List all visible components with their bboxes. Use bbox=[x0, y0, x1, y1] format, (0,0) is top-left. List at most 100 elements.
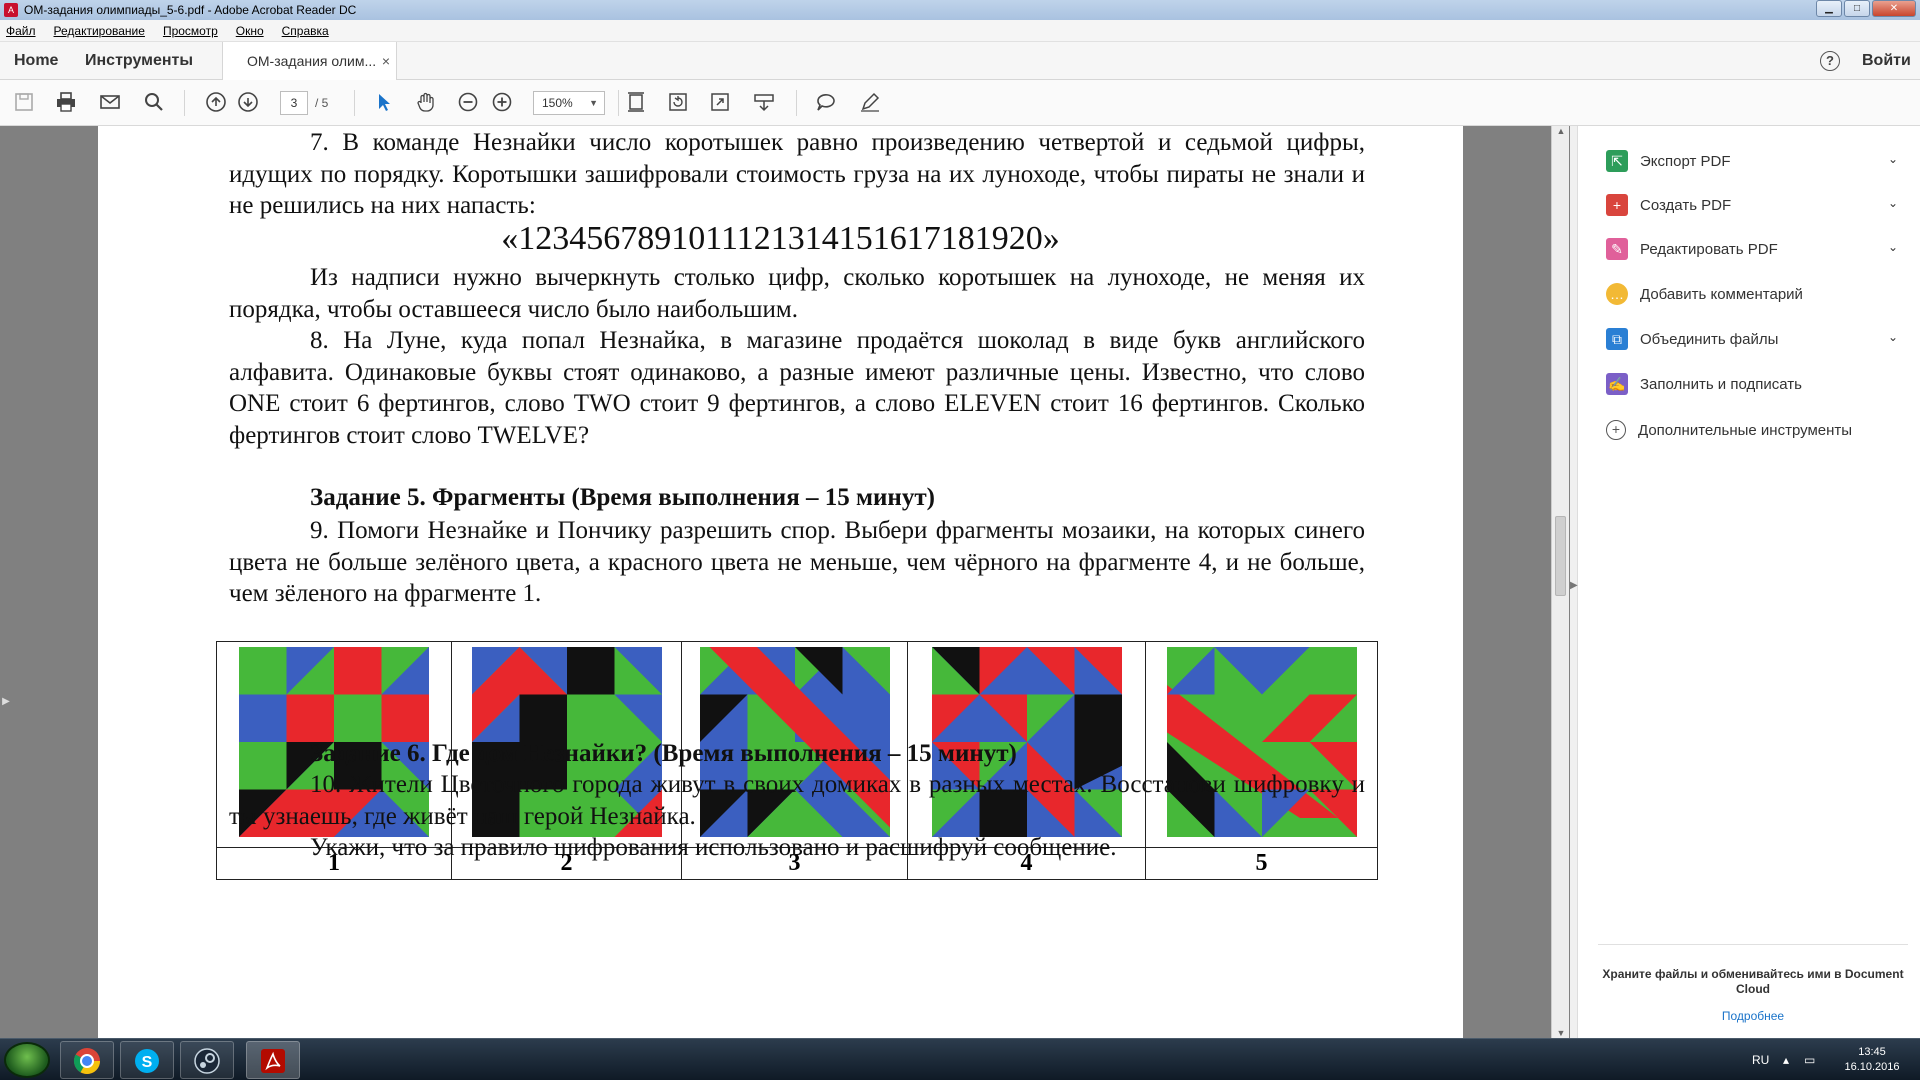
fit-page-icon[interactable] bbox=[624, 91, 648, 115]
skype-taskbar-icon[interactable]: S bbox=[120, 1041, 174, 1079]
digit-sequence: «1234567891011121314151617181920» bbox=[501, 220, 1060, 257]
windows-taskbar: S RU ▴ ▭ 13:45 16.10.2016 bbox=[0, 1038, 1920, 1080]
tray-expand-icon[interactable]: ▴ bbox=[1783, 1039, 1789, 1081]
sign-pen-icon[interactable] bbox=[858, 91, 882, 115]
tool-label: Объединить файлы bbox=[1640, 330, 1779, 348]
tab-home[interactable]: Home bbox=[14, 42, 58, 80]
more-tools-icon: + bbox=[1606, 420, 1626, 440]
next-page-icon[interactable] bbox=[236, 91, 260, 115]
export-pdf-icon: ⇱ bbox=[1606, 150, 1628, 172]
zoom-out-icon[interactable] bbox=[456, 91, 480, 115]
document-cloud-promo: Храните файлы и обменивайтесь ими в Docu… bbox=[1598, 944, 1908, 1023]
print-icon[interactable] bbox=[54, 91, 78, 115]
steam-taskbar-icon[interactable] bbox=[180, 1041, 234, 1079]
chevron-down-icon[interactable]: ⌄ bbox=[1888, 240, 1898, 254]
email-icon[interactable] bbox=[98, 91, 122, 115]
learn-more-link[interactable]: Подробнее bbox=[1598, 1009, 1908, 1023]
menu-help[interactable]: Справка bbox=[282, 24, 329, 38]
toolbar: 3 / 5 150% ▼ bbox=[0, 80, 1920, 126]
tools-pane: ⇱ Экспорт PDF ⌄ + Создать PDF ⌄ ✎ Редакт… bbox=[1578, 126, 1920, 1038]
menu-file[interactable]: Файл bbox=[6, 24, 36, 38]
tool-fill-sign[interactable]: ✍ Заполнить и подписать bbox=[1606, 369, 1906, 399]
tabs-row: Home Инструменты ОМ-задания олим... × ? … bbox=[0, 42, 1920, 81]
tool-create-pdf[interactable]: + Создать PDF ⌄ bbox=[1606, 190, 1906, 220]
task-7-instruction: Из надписи нужно вычеркнуть столько цифр… bbox=[229, 264, 1365, 323]
tool-label: Экспорт PDF bbox=[1640, 152, 1731, 170]
tool-combine-files[interactable]: ⧉ Объединить файлы ⌄ bbox=[1606, 324, 1906, 354]
select-cursor-icon[interactable] bbox=[372, 91, 396, 115]
scroll-mode-icon[interactable] bbox=[752, 91, 776, 115]
window-title-bar: A ОМ-задания олимпиады_5-6.pdf - Adobe A… bbox=[0, 0, 1920, 20]
menu-edit[interactable]: Редактирование bbox=[54, 24, 145, 38]
tool-label: Добавить комментарий bbox=[1640, 285, 1803, 303]
comment-icon: … bbox=[1606, 283, 1628, 305]
chevron-down-icon[interactable]: ⌄ bbox=[1888, 152, 1898, 166]
close-window-button[interactable]: ✕ bbox=[1872, 0, 1916, 17]
search-icon[interactable] bbox=[142, 91, 166, 115]
hand-tool-icon[interactable] bbox=[414, 91, 438, 115]
chevron-down-icon[interactable]: ⌄ bbox=[1888, 196, 1898, 210]
tool-label: Дополнительные инструменты bbox=[1638, 421, 1853, 439]
comment-icon[interactable] bbox=[814, 91, 838, 115]
rotate-view-icon[interactable] bbox=[666, 91, 690, 115]
create-pdf-icon: + bbox=[1606, 194, 1628, 216]
task-10-instruction: Укажи, что за правило шифрования использ… bbox=[310, 834, 1117, 861]
task-9-text: 9. Помоги Незнайке и Пончику разрешить с… bbox=[229, 517, 1365, 607]
network-icon[interactable]: ▭ bbox=[1804, 1039, 1815, 1081]
svg-text:S: S bbox=[142, 1054, 153, 1071]
task-10-text: 10. Жители Цветочного города живут в сво… bbox=[229, 771, 1365, 830]
zoom-level-value: 150% bbox=[542, 96, 573, 110]
chevron-down-icon: ▼ bbox=[589, 98, 598, 108]
tool-export-pdf[interactable]: ⇱ Экспорт PDF ⌄ bbox=[1606, 146, 1906, 176]
menu-window[interactable]: Окно bbox=[236, 24, 264, 38]
scrollbar-thumb[interactable] bbox=[1555, 516, 1566, 596]
page-total: / 5 bbox=[315, 96, 329, 110]
page-number-input[interactable]: 3 bbox=[280, 91, 308, 115]
sign-in-button[interactable]: Войти bbox=[1862, 42, 1911, 80]
task-8-text: 8. На Луне, куда попал Незнайка, в магаз… bbox=[229, 327, 1365, 449]
zoom-level-select[interactable]: 150% ▼ bbox=[533, 91, 605, 115]
tool-more-tools[interactable]: + Дополнительные инструменты bbox=[1606, 415, 1906, 445]
collapse-pane-icon[interactable]: ▶ bbox=[1570, 580, 1578, 591]
prev-page-icon[interactable] bbox=[204, 91, 228, 115]
tool-label: Создать PDF bbox=[1640, 196, 1732, 214]
document-viewport[interactable]: ▶ 7. В команде Незнайки число коротышек … bbox=[0, 126, 1570, 1038]
zoom-in-icon[interactable] bbox=[490, 91, 514, 115]
vertical-scrollbar[interactable]: ▲ ▼ bbox=[1551, 126, 1569, 1038]
document-tab-label: ОМ-задания олим... bbox=[247, 53, 377, 69]
tab-tools[interactable]: Инструменты bbox=[85, 42, 193, 80]
scroll-up-icon[interactable]: ▲ bbox=[1552, 126, 1570, 136]
scroll-down-icon[interactable]: ▼ bbox=[1552, 1028, 1570, 1038]
task-5-heading: Задание 5. Фрагменты (Время выполнения –… bbox=[310, 484, 935, 511]
combine-files-icon: ⧉ bbox=[1606, 328, 1628, 350]
window-title: ОМ-задания олимпиады_5-6.pdf - Adobe Acr… bbox=[24, 3, 357, 17]
tool-label: Редактировать PDF bbox=[1640, 240, 1778, 258]
help-icon[interactable]: ? bbox=[1820, 51, 1840, 71]
acrobat-taskbar-icon[interactable] bbox=[246, 1041, 300, 1079]
cloud-promo-text: Храните файлы и обменивайтесь ими в Docu… bbox=[1602, 967, 1904, 996]
save-icon[interactable] bbox=[12, 91, 36, 115]
task-6-heading: Задание 6. Где дом Незнайки? (Время выпо… bbox=[310, 740, 1017, 767]
menu-bar: Файл Редактирование Просмотр Окно Справк… bbox=[0, 20, 1920, 42]
pdf-page: 7. В команде Незнайки число коротышек ра… bbox=[98, 126, 1463, 1038]
language-indicator[interactable]: RU bbox=[1752, 1039, 1769, 1081]
chevron-down-icon[interactable]: ⌄ bbox=[1888, 330, 1898, 344]
maximize-button[interactable]: □ bbox=[1844, 0, 1870, 17]
right-pane-toggle[interactable]: ▶ bbox=[1570, 126, 1578, 1038]
tool-add-comment[interactable]: … Добавить комментарий bbox=[1606, 279, 1906, 309]
close-tab-icon[interactable]: × bbox=[382, 42, 390, 80]
clock-time: 13:45 bbox=[1858, 1046, 1886, 1058]
chrome-taskbar-icon[interactable] bbox=[60, 1041, 114, 1079]
tool-edit-pdf[interactable]: ✎ Редактировать PDF ⌄ bbox=[1606, 234, 1906, 264]
acrobat-app-icon: A bbox=[4, 3, 18, 17]
left-pane-toggle-icon[interactable]: ▶ bbox=[0, 696, 12, 716]
fill-sign-icon: ✍ bbox=[1606, 373, 1628, 395]
tool-label: Заполнить и подписать bbox=[1640, 375, 1802, 393]
task-7-text: 7. В команде Незнайки число коротышек ра… bbox=[229, 129, 1365, 219]
menu-view[interactable]: Просмотр bbox=[163, 24, 218, 38]
minimize-button[interactable]: ▁ bbox=[1816, 0, 1842, 17]
system-clock[interactable]: 13:45 16.10.2016 bbox=[1832, 1045, 1912, 1075]
full-screen-icon[interactable] bbox=[708, 91, 732, 115]
tab-document[interactable]: ОМ-задания олим... × bbox=[222, 42, 397, 81]
start-button[interactable] bbox=[4, 1042, 50, 1078]
